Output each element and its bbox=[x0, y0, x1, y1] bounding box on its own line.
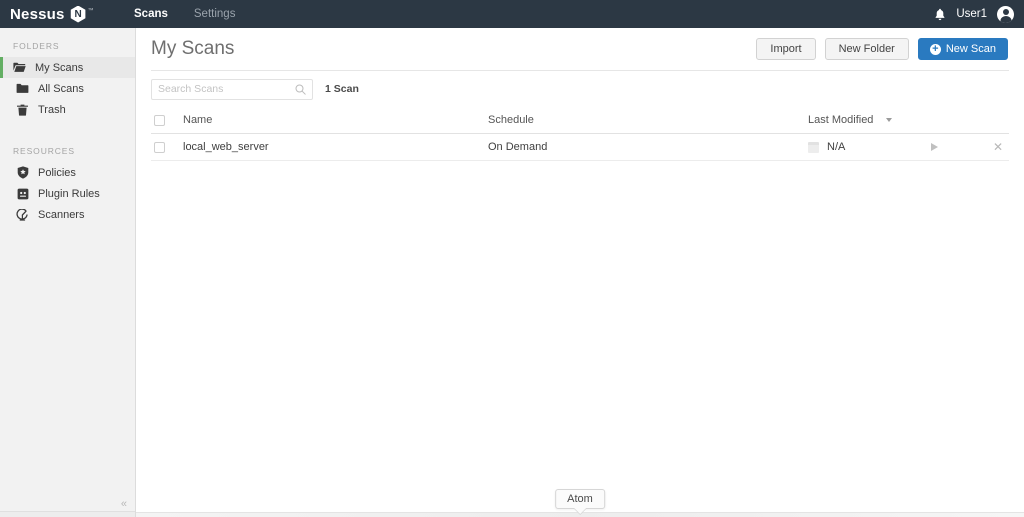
scan-count-label: 1 Scan bbox=[325, 83, 359, 95]
trash-icon bbox=[16, 103, 29, 116]
sidebar-item-scanners[interactable]: Scanners bbox=[0, 204, 135, 225]
scans-toolbar: 1 Scan bbox=[136, 71, 1024, 107]
sidebar-collapse-button[interactable]: « bbox=[121, 498, 127, 510]
nav-link-settings[interactable]: Settings bbox=[194, 8, 236, 20]
import-button[interactable]: Import bbox=[756, 38, 816, 60]
folder-open-icon bbox=[13, 61, 26, 74]
brand-logo[interactable]: Nessus N ™ bbox=[0, 5, 126, 23]
sidebar-item-trash[interactable]: Trash bbox=[0, 99, 135, 120]
caret-down-icon bbox=[886, 118, 893, 122]
shield-icon bbox=[16, 166, 29, 179]
row-last-modified: N/A bbox=[827, 141, 846, 153]
sidebar-heading-resources: RESOURCES bbox=[13, 146, 75, 156]
atom-tooltip-wrapper: Atom bbox=[555, 489, 605, 509]
row-last-modified-cell: N/A bbox=[808, 141, 931, 153]
sidebar-item-plugin-rules[interactable]: Plugin Rules bbox=[0, 183, 135, 204]
sidebar: FOLDERS My Scans All Scans Trash RESOURC… bbox=[0, 28, 136, 517]
brand-name: Nessus bbox=[10, 5, 65, 23]
select-all-checkbox[interactable] bbox=[154, 114, 165, 126]
nav-link-scans[interactable]: Scans bbox=[134, 8, 168, 20]
user-avatar-icon[interactable] bbox=[997, 5, 1014, 23]
sidebar-item-label: Trash bbox=[38, 103, 66, 116]
sidebar-item-label: My Scans bbox=[35, 61, 84, 74]
nessus-hexagon-icon: N bbox=[70, 5, 86, 23]
table-row[interactable]: local_web_server On Demand N/A ✕ bbox=[151, 134, 1009, 161]
calendar-icon bbox=[808, 141, 819, 153]
row-checkbox[interactable] bbox=[154, 141, 165, 153]
search-input[interactable] bbox=[158, 83, 295, 95]
page-header: My Scans Import New Folder + New Scan bbox=[136, 28, 1024, 70]
sidebar-item-label: Scanners bbox=[38, 208, 85, 221]
sidebar-heading-folders: FOLDERS bbox=[13, 41, 60, 51]
topnav-right-group: User1 bbox=[934, 0, 1014, 28]
primary-nav: Scans Settings bbox=[134, 8, 235, 20]
play-icon[interactable] bbox=[931, 143, 938, 151]
row-schedule: On Demand bbox=[488, 141, 548, 153]
close-icon[interactable]: ✕ bbox=[993, 141, 1003, 153]
plus-circle-icon: + bbox=[929, 43, 941, 55]
sidebar-item-label: Plugin Rules bbox=[38, 187, 100, 200]
page-body: FOLDERS My Scans All Scans Trash RESOURC… bbox=[0, 28, 1024, 517]
column-header-name[interactable]: Name bbox=[183, 114, 488, 126]
column-header-schedule[interactable]: Schedule bbox=[488, 114, 808, 126]
sidebar-item-my-scans[interactable]: My Scans bbox=[0, 57, 135, 78]
plugin-icon bbox=[16, 187, 29, 200]
table-header-row: Name Schedule Last Modified bbox=[151, 107, 1009, 134]
sidebar-item-label: All Scans bbox=[38, 82, 84, 95]
user-name-label[interactable]: User1 bbox=[956, 8, 987, 20]
folder-icon bbox=[16, 82, 29, 95]
row-select-cell[interactable] bbox=[151, 141, 183, 153]
radar-icon bbox=[16, 208, 29, 221]
sidebar-item-label: Policies bbox=[38, 166, 76, 179]
select-all-cell[interactable] bbox=[151, 114, 183, 126]
new-scan-button[interactable]: + New Scan bbox=[917, 38, 1008, 60]
sidebar-item-policies[interactable]: Policies bbox=[0, 162, 135, 183]
page-title: My Scans bbox=[151, 38, 235, 59]
column-header-last-modified[interactable]: Last Modified bbox=[808, 114, 931, 126]
atom-tooltip: Atom bbox=[555, 489, 605, 509]
new-scan-label: New Scan bbox=[945, 43, 996, 55]
top-navigation-bar: Nessus N ™ Scans Settings User1 bbox=[0, 0, 1024, 28]
trademark-mark: ™ bbox=[87, 7, 94, 14]
row-actions: ✕ bbox=[931, 141, 1009, 153]
column-header-last-modified-label: Last Modified bbox=[808, 114, 874, 126]
page-header-actions: Import New Folder + New Scan bbox=[756, 38, 1008, 60]
sidebar-item-all-scans[interactable]: All Scans bbox=[0, 78, 135, 99]
main-content: My Scans Import New Folder + New Scan 1 … bbox=[136, 28, 1024, 517]
row-scan-name[interactable]: local_web_server bbox=[183, 141, 488, 153]
new-folder-button[interactable]: New Folder bbox=[824, 38, 909, 60]
sidebar-bottom-bar bbox=[0, 511, 135, 517]
scans-table: Name Schedule Last Modified local_web_se… bbox=[151, 107, 1009, 161]
search-icon[interactable] bbox=[295, 84, 306, 95]
bell-icon[interactable] bbox=[934, 8, 946, 21]
search-scans-box[interactable] bbox=[151, 78, 313, 100]
